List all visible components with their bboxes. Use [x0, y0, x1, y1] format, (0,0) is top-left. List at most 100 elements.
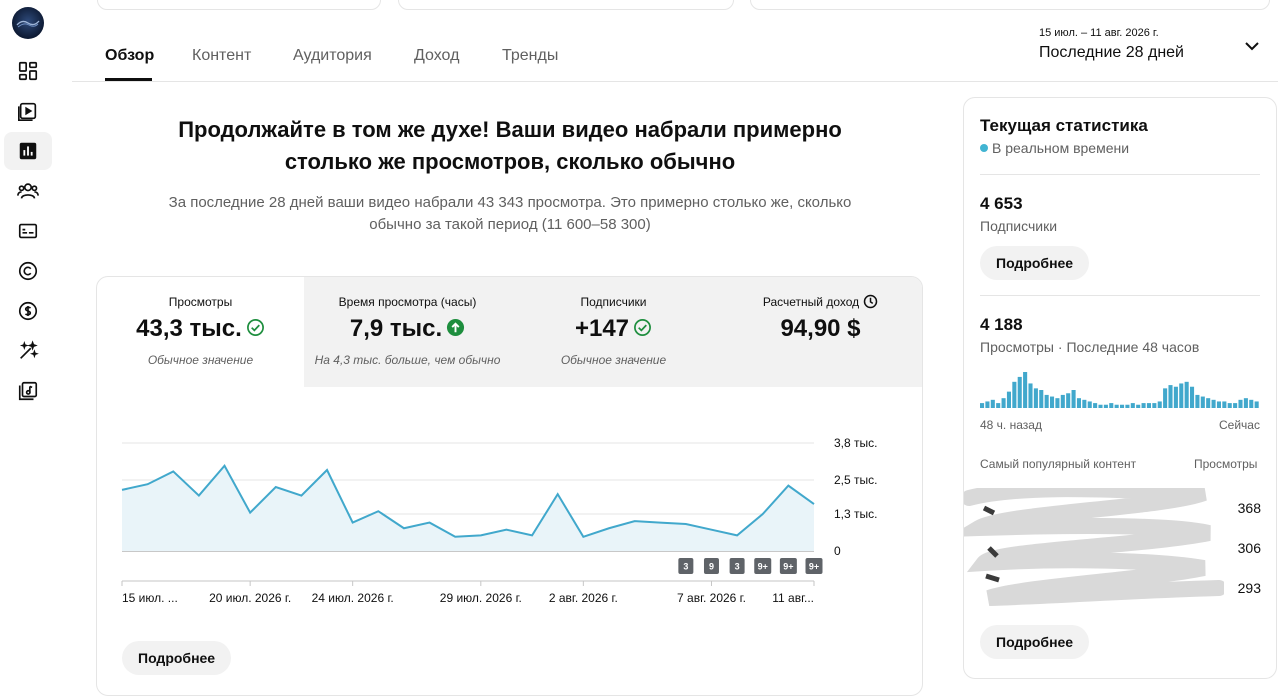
x-tick-label: 11 авг... — [772, 591, 814, 605]
realtime-views-bars — [980, 372, 1259, 408]
realtime-bar — [1001, 398, 1006, 408]
realtime-bar — [1066, 393, 1071, 408]
realtime-bar — [1023, 372, 1028, 408]
monetization-icon[interactable] — [4, 292, 52, 330]
realtime-subscribers-value: 4 653 — [980, 194, 1023, 213]
y-tick-label: 0 — [834, 544, 841, 558]
top-content-count: 293 — [1237, 580, 1261, 596]
arrow-up-circle-icon — [447, 319, 465, 337]
metric-label: Расчетный доход — [717, 295, 922, 309]
metric-value: +147 — [510, 315, 717, 343]
realtime-bar — [1233, 403, 1238, 408]
page-headline: Продолжайте в том же духе! Ваши видео на… — [110, 114, 910, 178]
realtime-live-label: В реальном времени — [980, 140, 1129, 156]
more-details-button[interactable]: Подробнее — [122, 641, 232, 675]
tab-trends[interactable]: Тренды — [502, 47, 558, 65]
top-content-count: 306 — [1237, 540, 1261, 556]
realtime-bar — [1120, 404, 1125, 408]
analytics-icon[interactable] — [4, 132, 52, 170]
check-circle-icon — [634, 319, 651, 337]
metric-watch-time[interactable]: Время просмотра (часы) 7,9 тыс. На 4,3 т… — [304, 277, 511, 387]
top-content-label: Самый популярный контент — [980, 457, 1137, 471]
channel-avatar[interactable] — [12, 7, 44, 39]
headline-line-2: столько же просмотров, сколько обычно — [284, 149, 736, 174]
realtime-bar — [1103, 404, 1108, 408]
content-icon[interactable] — [4, 92, 52, 130]
realtime-bar — [1082, 399, 1087, 408]
realtime-bar — [1017, 376, 1022, 408]
realtime-bar — [1179, 383, 1184, 408]
dashboard-icon[interactable] — [4, 52, 52, 90]
realtime-bar — [1109, 403, 1114, 408]
realtime-bar — [1055, 398, 1060, 408]
realtime-bar — [1141, 403, 1146, 408]
realtime-bar — [1033, 388, 1038, 408]
tab-revenue[interactable]: Доход — [414, 47, 459, 65]
realtime-bar — [1200, 396, 1205, 408]
realtime-bar — [1012, 381, 1017, 408]
description-line-2: обычно за такой период (11 600–58 300) — [369, 216, 651, 233]
tab-overview[interactable]: Обзор — [105, 47, 154, 65]
divider — [980, 174, 1260, 175]
annotation-marker-label: 3 — [683, 562, 688, 572]
top-content-more-button[interactable]: Подробнее — [980, 625, 1090, 659]
clock-icon — [863, 295, 878, 309]
customization-wand-icon[interactable] — [4, 332, 52, 370]
live-dot-icon — [980, 144, 988, 152]
realtime-bar — [1093, 403, 1098, 408]
realtime-bar — [1098, 404, 1103, 408]
realtime-bar — [1249, 399, 1254, 408]
metric-value: 94,90 $ — [780, 315, 861, 342]
metric-views[interactable]: Просмотры 43,3 тыс. Обычное значение — [97, 277, 304, 387]
realtime-bar — [1163, 388, 1168, 408]
metric-value: 7,9 тыс. — [304, 315, 511, 343]
audio-library-icon[interactable] — [4, 372, 52, 410]
x-tick-label: 15 июл. ... — [122, 591, 178, 605]
subtitles-icon[interactable] — [4, 212, 52, 250]
realtime-bar — [1087, 401, 1092, 408]
metric-note: На 4,3 тыс. больше, чем обычно — [314, 353, 501, 367]
audience-icon[interactable] — [4, 172, 52, 210]
chevron-down-icon[interactable] — [1243, 39, 1261, 53]
realtime-bar — [1157, 401, 1162, 408]
x-tick-label: 20 июл. 2026 г. — [209, 591, 291, 605]
realtime-bar — [996, 403, 1001, 408]
top-field-stub[interactable] — [750, 0, 1270, 10]
tab-audience[interactable]: Аудитория — [293, 47, 372, 65]
copyright-icon[interactable] — [4, 252, 52, 290]
realtime-bar — [1114, 404, 1119, 408]
date-range-label: Последние 28 дней — [1039, 44, 1184, 61]
realtime-bar — [985, 401, 990, 408]
top-field-stub[interactable] — [398, 0, 734, 10]
divider — [980, 295, 1260, 296]
sidebar — [0, 0, 56, 695]
top-field-stub[interactable] — [97, 0, 381, 10]
tab-content[interactable]: Контент — [192, 47, 251, 65]
realtime-views-value: 4 188 — [980, 315, 1023, 334]
realtime-panel: Текущая статистика В реальном времени 4 … — [963, 97, 1277, 679]
x-tick-label: 24 июл. 2026 г. — [312, 591, 394, 605]
realtime-bar — [1071, 390, 1076, 408]
realtime-bar — [1211, 399, 1216, 408]
realtime-views-label: Просмотры · Последние 48 часов — [980, 339, 1200, 355]
realtime-bar — [1130, 403, 1135, 408]
metric-label: Просмотры — [168, 295, 233, 309]
realtime-bar — [990, 399, 995, 408]
y-tick-label: 1,3 тыс. — [834, 507, 877, 521]
top-content-count: 368 — [1237, 500, 1261, 516]
realtime-bar — [1254, 401, 1259, 408]
realtime-title: Текущая статистика — [980, 116, 1148, 135]
metric-subscribers[interactable]: Подписчики +147 Обычное значение — [510, 277, 717, 387]
realtime-bar — [1050, 396, 1055, 408]
realtime-more-button[interactable]: Подробнее — [980, 246, 1090, 280]
realtime-bar — [1039, 390, 1044, 408]
metric-revenue[interactable]: Расчетный доход 94,90 $ — [717, 277, 922, 387]
annotation-marker-label: 9+ — [758, 562, 768, 572]
x-tick-label: 29 июл. 2026 г. — [440, 591, 522, 605]
realtime-bar — [1168, 385, 1173, 408]
metric-note: Обычное значение — [147, 353, 254, 367]
metric-note: Обычное значение — [560, 353, 667, 367]
realtime-bar — [1006, 391, 1011, 408]
annotation-marker-label: 3 — [735, 562, 740, 572]
realtime-bar — [1146, 403, 1151, 408]
